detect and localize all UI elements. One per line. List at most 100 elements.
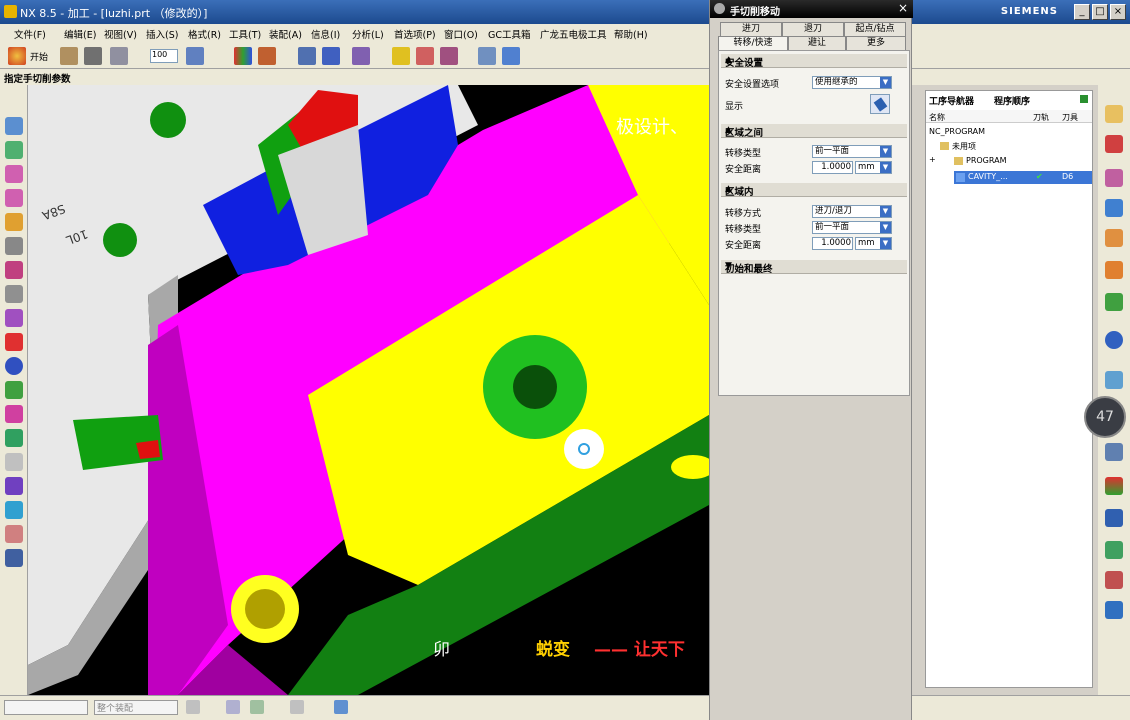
report-icon[interactable] <box>5 525 23 543</box>
zoom-select[interactable]: 100 <box>150 49 178 63</box>
info-icon[interactable] <box>5 357 23 375</box>
process-studio-icon[interactable] <box>1105 477 1123 495</box>
render-icon[interactable] <box>258 47 276 65</box>
menu-gc-toolbox[interactable]: GC工具箱 <box>488 27 531 41</box>
menu-analysis[interactable]: 分析(L) <box>352 27 384 41</box>
measure-icon[interactable] <box>502 47 520 65</box>
text-icon[interactable] <box>322 47 340 65</box>
column-name[interactable]: 名称 <box>929 112 945 123</box>
menu-tools[interactable]: 工具(T) <box>229 27 261 41</box>
tree-row-unused[interactable]: 未用项 <box>952 141 976 152</box>
wireframe-icon[interactable] <box>5 285 23 303</box>
type-filter-select[interactable] <box>4 700 88 715</box>
menu-electrode-tools[interactable]: 广龙五电极工具 <box>540 27 607 41</box>
view-cube-icon[interactable] <box>5 117 23 135</box>
tab-engage[interactable]: 进刀 <box>720 22 782 36</box>
tab-retract[interactable]: 退刀 <box>782 22 844 36</box>
postprocess-icon[interactable] <box>5 477 23 495</box>
column-path[interactable]: 刀轨 <box>1033 112 1049 123</box>
zoom-icon[interactable] <box>5 189 23 207</box>
point-icon[interactable] <box>250 700 264 714</box>
table-icon[interactable] <box>298 47 316 65</box>
verify-icon[interactable] <box>440 47 458 65</box>
display-icon[interactable] <box>352 47 370 65</box>
simulate-icon[interactable] <box>5 429 23 447</box>
grid-icon[interactable] <box>478 47 496 65</box>
tab-more[interactable]: 更多 <box>846 36 906 50</box>
collapse-icon[interactable]: ▲ <box>725 125 903 135</box>
role-icon[interactable] <box>1105 293 1123 311</box>
collapse-icon[interactable]: ▲ <box>725 55 903 65</box>
minimize-button[interactable]: _ <box>1074 4 1090 20</box>
cube-icon[interactable] <box>334 700 348 714</box>
menu-file[interactable]: 文件(F) <box>14 27 46 41</box>
menu-insert[interactable]: 插入(S) <box>146 27 178 41</box>
zoom-level-badge[interactable]: 47 <box>1084 396 1126 438</box>
select-all-icon[interactable] <box>226 700 240 714</box>
menu-view[interactable]: 视图(V) <box>104 27 137 41</box>
snap-icon[interactable] <box>186 700 200 714</box>
column-tool[interactable]: 刀具 <box>1062 112 1078 123</box>
fit-icon[interactable] <box>5 213 23 231</box>
menu-info[interactable]: 信息(I) <box>311 27 340 41</box>
web-browser-icon[interactable] <box>1105 331 1123 349</box>
layer-icon[interactable] <box>186 47 204 65</box>
section-between-regions[interactable]: 区域之间 ▲ <box>721 124 907 139</box>
operation-icon[interactable] <box>5 381 23 399</box>
section-icon[interactable] <box>5 237 23 255</box>
tab-transfer-rapid[interactable]: 转移/快速 <box>718 36 788 50</box>
graphics-viewport[interactable]: 极设计、 蜕变 —— 让天下 卯 S8A 10L <box>28 85 709 695</box>
rotate-icon[interactable] <box>5 141 23 159</box>
section-initial-final[interactable]: 初始和最终 ▼ <box>721 260 907 275</box>
close-button[interactable]: × <box>1110 4 1126 20</box>
start-icon[interactable] <box>8 47 26 65</box>
pan-icon[interactable] <box>5 165 23 183</box>
menu-help[interactable]: 帮助(H) <box>614 27 648 41</box>
display-button[interactable] <box>870 94 890 114</box>
menu-preferences[interactable]: 首选项(P) <box>394 27 436 41</box>
expand-node-icon[interactable]: + <box>929 155 936 164</box>
expand-icon[interactable]: ▼ <box>725 261 903 271</box>
collapse-icon[interactable]: ▲ <box>725 184 903 194</box>
section-within-region[interactable]: 区域内 ▲ <box>721 183 907 198</box>
operation-navigator-icon[interactable] <box>1105 229 1123 247</box>
tab-start-drill-points[interactable]: 起点/钻点 <box>844 22 906 36</box>
save-icon[interactable] <box>84 47 102 65</box>
between-unit-select[interactable]: mm ▼ <box>855 161 892 174</box>
within-transfer-type-select[interactable]: 前一平面 ▼ <box>812 221 892 234</box>
tree-row-program[interactable]: PROGRAM <box>966 156 1007 165</box>
part-navigator-icon[interactable] <box>1105 169 1123 187</box>
between-safe-distance-input[interactable]: 1.0000 <box>812 161 853 174</box>
machine-tool-navigator-icon[interactable] <box>1105 261 1123 279</box>
section-safety-settings[interactable]: 安全设置 ▲ <box>721 54 907 69</box>
shaded-icon[interactable] <box>5 261 23 279</box>
manufacturing-wizard-icon[interactable] <box>1105 509 1123 527</box>
tab-avoidance[interactable]: 避让 <box>788 36 846 50</box>
edges-icon[interactable] <box>5 309 23 327</box>
reuse-library-icon[interactable] <box>1105 199 1123 217</box>
pin-icon[interactable] <box>1080 95 1088 103</box>
hide-icon[interactable] <box>5 333 23 351</box>
maximize-button[interactable]: □ <box>1092 4 1108 20</box>
team-icon[interactable] <box>1105 541 1123 559</box>
generate-icon[interactable] <box>416 47 434 65</box>
assembly-navigator-icon[interactable] <box>1105 105 1123 123</box>
clipboard-icon[interactable] <box>1105 571 1123 589</box>
history-icon[interactable] <box>1105 371 1123 389</box>
menu-format[interactable]: 格式(R) <box>188 27 221 41</box>
between-transfer-type-select[interactable]: 前一平面 ▼ <box>812 145 892 158</box>
within-transfer-mode-select[interactable]: 进刀/退刀 ▼ <box>812 205 892 218</box>
safety-option-select[interactable]: 使用继承的 ▼ <box>812 76 892 89</box>
box-select-icon[interactable] <box>290 700 304 714</box>
tree-row-cavity[interactable]: CAVITY_... <box>968 172 1008 181</box>
dialog-close-button[interactable]: × <box>896 2 910 16</box>
menu-window[interactable]: 窗口(O) <box>444 27 478 41</box>
undo-icon[interactable] <box>110 47 128 65</box>
constraint-navigator-icon[interactable] <box>1105 135 1123 153</box>
within-safe-distance-input[interactable]: 1.0000 <box>812 237 853 250</box>
shop-doc-icon[interactable] <box>5 549 23 567</box>
color-icon[interactable] <box>234 47 252 65</box>
open-icon[interactable] <box>60 47 78 65</box>
toolpath-icon[interactable] <box>5 405 23 423</box>
start-button-label[interactable]: 开始 <box>30 50 48 63</box>
